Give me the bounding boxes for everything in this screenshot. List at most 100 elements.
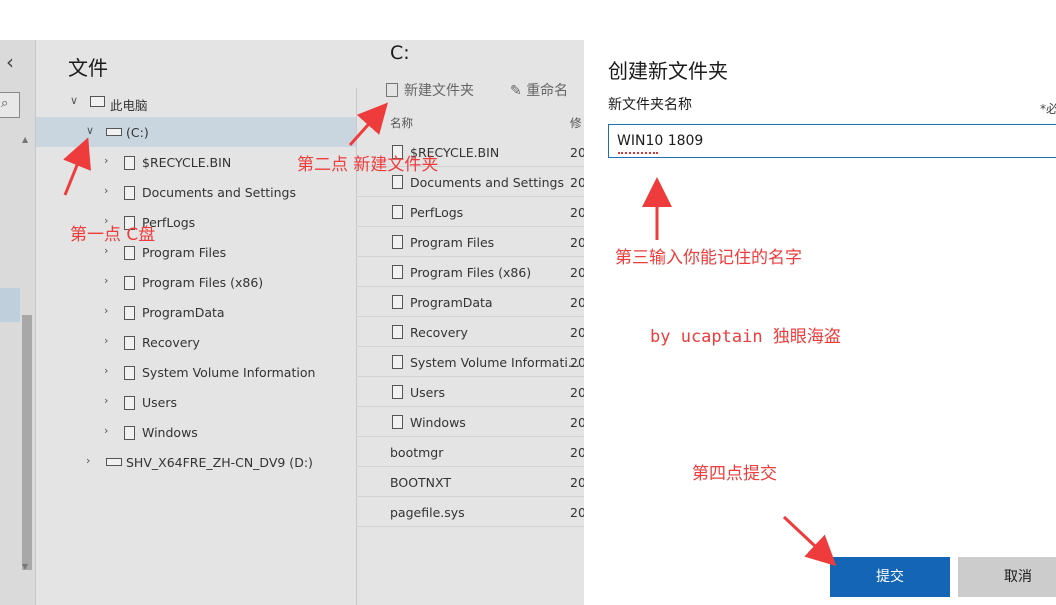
file-list-pane: C: 新建文件夹 ✎ 重命名 名称 修 $RECYCLE.BIN 20 Docum… bbox=[356, 40, 584, 605]
file-modified: 20 bbox=[570, 295, 584, 310]
chevron-right-icon[interactable]: › bbox=[104, 334, 108, 347]
new-folder-button[interactable]: 新建文件夹 bbox=[386, 80, 474, 100]
chevron-right-icon[interactable]: › bbox=[104, 154, 108, 167]
folder-icon bbox=[392, 235, 403, 249]
tree-item-folder[interactable]: › Windows bbox=[36, 417, 356, 447]
folder-icon bbox=[392, 205, 403, 219]
file-name: BOOTNXT bbox=[390, 475, 451, 490]
chevron-right-icon[interactable]: › bbox=[86, 454, 90, 467]
folder-icon bbox=[392, 355, 403, 369]
tree-item-folder[interactable]: › System Volume Information bbox=[36, 357, 356, 387]
file-row[interactable]: Windows 20 bbox=[356, 407, 584, 437]
file-row[interactable]: PerfLogs 20 bbox=[356, 197, 584, 227]
chevron-down-icon[interactable]: ∨ bbox=[86, 124, 94, 137]
tree-scrollbar[interactable]: ▲ ▼ bbox=[20, 135, 34, 575]
drive-icon bbox=[106, 128, 122, 136]
drive-icon bbox=[106, 458, 122, 466]
submit-button[interactable]: 提交 bbox=[830, 557, 950, 597]
file-row[interactable]: bootmgr 20 bbox=[356, 437, 584, 467]
chevron-right-icon[interactable]: › bbox=[104, 274, 108, 287]
file-name: Windows bbox=[410, 415, 466, 430]
chevron-down-icon[interactable]: ∨ bbox=[70, 94, 78, 107]
folder-name-field[interactable] bbox=[608, 124, 1056, 158]
rename-label: 重命名 bbox=[526, 83, 569, 99]
folder-tree: 文件 ∨ 此电脑 ∨ (C:) › $RECYCLE.BIN › Documen… bbox=[36, 40, 356, 605]
file-row[interactable]: BOOTNXT 20 bbox=[356, 467, 584, 497]
tree-item-d-drive[interactable]: › SHV_X64FRE_ZH-CN_DV9 (D:) bbox=[36, 447, 356, 477]
file-explorer: ‹ ⌕ ▲ ▼ 文件 ∨ 此电脑 ∨ (C:) › $RECYCLE.BIN › bbox=[0, 40, 584, 605]
file-modified: 20 bbox=[570, 325, 584, 340]
file-modified: 20 bbox=[570, 175, 584, 190]
tree-item-folder[interactable]: › ProgramData bbox=[36, 297, 356, 327]
chevron-right-icon[interactable]: › bbox=[104, 304, 108, 317]
file-row[interactable]: Recovery 20 bbox=[356, 317, 584, 347]
folder-icon bbox=[392, 385, 403, 399]
tree-item-folder[interactable]: › Program Files (x86) bbox=[36, 267, 356, 297]
folder-icon bbox=[392, 415, 403, 429]
folder-icon bbox=[124, 306, 135, 320]
left-rail: ‹ ⌕ ▲ ▼ bbox=[0, 40, 36, 605]
tree-item-label: (C:) bbox=[126, 125, 149, 140]
tree-item-this-pc[interactable]: ∨ 此电脑 bbox=[36, 87, 356, 117]
tree-item-folder[interactable]: › Documents and Settings bbox=[36, 177, 356, 207]
tree-item-label: Program Files (x86) bbox=[142, 275, 264, 290]
tree-item-folder[interactable]: › Users bbox=[36, 387, 356, 417]
search-icon: ⌕ bbox=[1, 96, 9, 111]
new-folder-icon bbox=[386, 83, 398, 97]
folder-icon bbox=[124, 186, 135, 200]
file-name: Users bbox=[410, 385, 446, 400]
tree-item-label: Documents and Settings bbox=[142, 185, 297, 200]
chevron-left-icon[interactable]: ‹ bbox=[6, 50, 14, 74]
tree-item-label: System Volume Information bbox=[142, 365, 316, 380]
file-modified: 20 bbox=[570, 385, 584, 400]
file-name: Program Files bbox=[410, 235, 495, 250]
chevron-right-icon[interactable]: › bbox=[104, 424, 108, 437]
new-folder-label: 新建文件夹 bbox=[404, 83, 474, 99]
scroll-down-icon[interactable]: ▼ bbox=[22, 562, 28, 571]
file-name: pagefile.sys bbox=[390, 505, 465, 520]
file-name: bootmgr bbox=[390, 445, 444, 460]
rename-button[interactable]: ✎ 重命名 bbox=[510, 80, 568, 100]
file-modified: 20 bbox=[570, 445, 584, 460]
file-row[interactable]: pagefile.sys 20 bbox=[356, 497, 584, 527]
file-name: PerfLogs bbox=[410, 205, 464, 220]
file-modified: 20 bbox=[570, 415, 584, 430]
cancel-button[interactable]: 取消 bbox=[958, 557, 1056, 597]
tree-item-c-drive[interactable]: ∨ (C:) bbox=[36, 117, 356, 147]
current-path: C: bbox=[390, 42, 410, 64]
scrollbar-thumb[interactable] bbox=[22, 315, 32, 570]
file-name: Documents and Settings bbox=[410, 175, 565, 190]
search-button[interactable]: ⌕ bbox=[0, 92, 20, 118]
scroll-up-icon[interactable]: ▲ bbox=[22, 135, 28, 144]
chevron-right-icon[interactable]: › bbox=[104, 184, 108, 197]
tree-item-folder[interactable]: › Recovery bbox=[36, 327, 356, 357]
file-modified: 20 bbox=[570, 475, 584, 490]
annotation-step4: 第四点提交 bbox=[692, 464, 777, 484]
dialog-title: 创建新文件夹 bbox=[608, 59, 728, 83]
folder-icon bbox=[124, 426, 135, 440]
file-row[interactable]: ProgramData 20 bbox=[356, 287, 584, 317]
chevron-right-icon[interactable]: › bbox=[104, 364, 108, 377]
file-modified: 20 bbox=[570, 205, 584, 220]
chevron-right-icon[interactable]: › bbox=[104, 394, 108, 407]
file-row[interactable]: Program Files 20 bbox=[356, 227, 584, 257]
tree-item-label: Windows bbox=[142, 425, 198, 440]
annotation-step1: 第一点 C盘 bbox=[70, 225, 156, 245]
column-header-modified[interactable]: 修 bbox=[570, 115, 582, 131]
tree-item-label: $RECYCLE.BIN bbox=[142, 155, 232, 170]
column-header-name[interactable]: 名称 bbox=[390, 115, 413, 131]
folder-icon bbox=[124, 246, 135, 260]
file-row[interactable]: Users 20 bbox=[356, 377, 584, 407]
file-row[interactable]: System Volume Informati... 20 bbox=[356, 347, 584, 377]
file-name: Recovery bbox=[410, 325, 468, 340]
folder-name-input[interactable] bbox=[609, 125, 1056, 157]
column-header-row: 名称 修 bbox=[356, 112, 584, 136]
annotation-credit: by ucaptain 独眼海盗 bbox=[650, 327, 841, 347]
top-strip bbox=[0, 0, 1056, 40]
pencil-icon: ✎ bbox=[510, 83, 522, 99]
folder-icon bbox=[124, 366, 135, 380]
file-row[interactable]: Program Files (x86) 20 bbox=[356, 257, 584, 287]
tree-item-label: Recovery bbox=[142, 335, 200, 350]
chevron-right-icon[interactable]: › bbox=[104, 244, 108, 257]
rail-highlight bbox=[0, 288, 20, 322]
